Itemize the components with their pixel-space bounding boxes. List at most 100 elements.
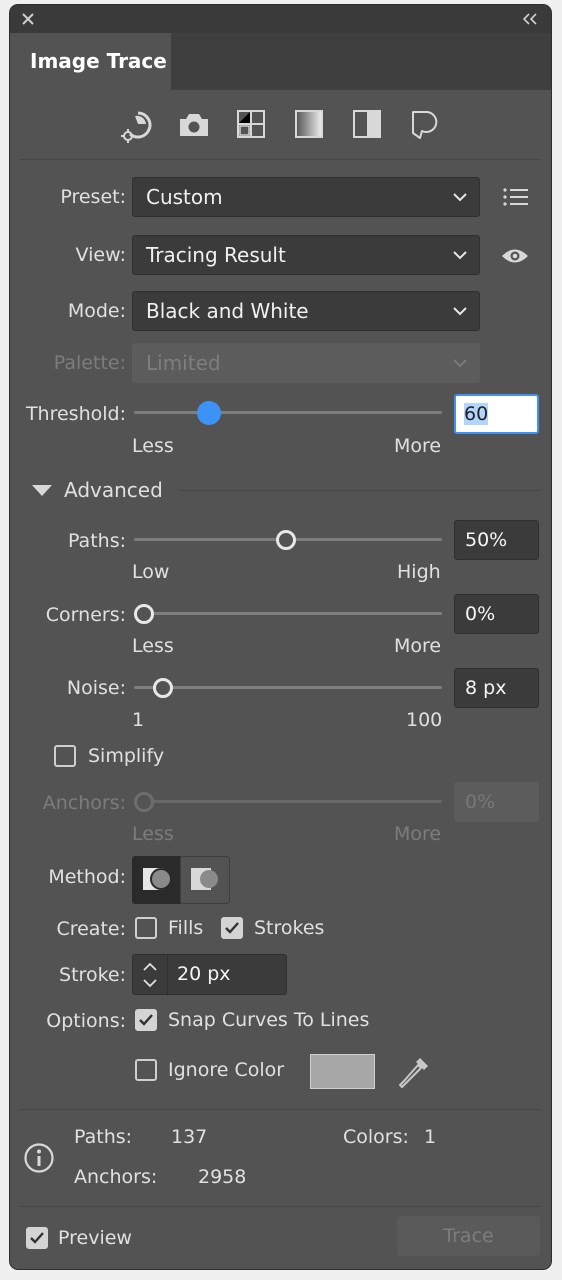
paths-max-label: High bbox=[397, 561, 441, 583]
tab-row: Image Trace bbox=[10, 33, 551, 90]
grayscale-preset-icon[interactable] bbox=[294, 109, 324, 139]
ignore-color-swatch[interactable] bbox=[310, 1054, 375, 1089]
image-trace-panel: Image Trace Preset: Custom View: Tracing… bbox=[10, 5, 551, 1269]
info-anchors-label: Anchors: bbox=[74, 1166, 158, 1188]
stepper-divider bbox=[167, 955, 168, 994]
preset-dropdown[interactable]: Custom bbox=[132, 177, 480, 217]
high-color-preset-icon[interactable] bbox=[178, 111, 210, 139]
anchors-label: Anchors: bbox=[42, 792, 126, 814]
paths-label: Paths: bbox=[67, 530, 126, 552]
panel-titlebar bbox=[10, 5, 551, 33]
advanced-toggle-label[interactable]: Advanced bbox=[64, 478, 163, 502]
stroke-stepper[interactable]: 20 px bbox=[132, 954, 287, 995]
palette-dropdown: Limited bbox=[132, 343, 480, 383]
threshold-max-label: More bbox=[394, 435, 442, 457]
method-abutting-button[interactable] bbox=[132, 856, 182, 904]
corners-slider-knob[interactable] bbox=[134, 604, 154, 624]
ignore-color-label: Ignore Color bbox=[168, 1059, 285, 1081]
preset-label: Preset: bbox=[60, 186, 126, 208]
corners-max-label: More bbox=[394, 635, 442, 657]
ignore-color-checkbox[interactable] bbox=[135, 1059, 157, 1081]
info-colors-label: Colors: bbox=[343, 1126, 409, 1148]
outline-preset-icon[interactable] bbox=[410, 109, 442, 141]
abutting-method-icon bbox=[143, 868, 172, 890]
corners-input[interactable]: 0% bbox=[454, 594, 539, 634]
stepper-arrows-icon[interactable] bbox=[141, 960, 159, 990]
threshold-min-label: Less bbox=[132, 435, 174, 457]
fills-checkbox[interactable] bbox=[135, 917, 157, 939]
preview-checkbox[interactable] bbox=[26, 1227, 48, 1249]
simplify-checkbox[interactable] bbox=[54, 745, 76, 767]
snap-curves-checkbox[interactable] bbox=[135, 1009, 157, 1031]
black-white-preset-icon[interactable] bbox=[352, 109, 382, 139]
preview-label: Preview bbox=[58, 1227, 132, 1249]
trace-button[interactable]: Trace bbox=[397, 1216, 540, 1256]
info-paths-label: Paths: bbox=[74, 1126, 133, 1148]
overlapping-method-icon bbox=[191, 868, 218, 890]
view-label: View: bbox=[75, 244, 126, 266]
noise-slider-knob[interactable] bbox=[153, 678, 173, 698]
noise-label: Noise: bbox=[66, 677, 126, 699]
strokes-checkbox[interactable] bbox=[221, 917, 243, 939]
corners-label: Corners: bbox=[45, 604, 126, 626]
simplify-label: Simplify bbox=[88, 745, 165, 767]
anchors-max-label: More bbox=[394, 823, 442, 845]
snap-curves-label: Snap Curves To Lines bbox=[168, 1009, 370, 1031]
options-label: Options: bbox=[46, 1010, 126, 1032]
checkmark-icon bbox=[139, 1014, 153, 1026]
noise-max-label: 100 bbox=[406, 709, 443, 731]
create-label: Create: bbox=[56, 918, 126, 940]
stroke-label: Stroke: bbox=[59, 964, 126, 986]
info-paths-value: 137 bbox=[171, 1126, 208, 1148]
corners-slider-track[interactable] bbox=[134, 612, 442, 615]
info-icon bbox=[24, 1143, 54, 1173]
collapse-icon[interactable] bbox=[522, 13, 538, 25]
palette-value: Limited bbox=[146, 351, 221, 375]
tab-image-trace[interactable]: Image Trace bbox=[10, 33, 171, 90]
threshold-value: 60 bbox=[464, 403, 489, 425]
mode-label: Mode: bbox=[67, 300, 126, 322]
divider bbox=[20, 1109, 541, 1110]
fills-label: Fills bbox=[168, 917, 204, 939]
method-label: Method: bbox=[48, 866, 126, 888]
divider bbox=[20, 1206, 541, 1207]
paths-input[interactable]: 50% bbox=[454, 520, 539, 560]
paths-slider-knob[interactable] bbox=[276, 530, 296, 550]
paths-min-label: Low bbox=[132, 561, 170, 583]
chevron-down-icon bbox=[453, 359, 467, 368]
close-icon[interactable] bbox=[22, 13, 34, 25]
strokes-label: Strokes bbox=[254, 917, 325, 939]
method-overlapping-button[interactable] bbox=[180, 856, 230, 904]
preset-menu-icon[interactable] bbox=[502, 187, 530, 207]
noise-slider-track[interactable] bbox=[134, 686, 442, 689]
stroke-value[interactable]: 20 px bbox=[177, 955, 231, 994]
checkmark-icon bbox=[225, 922, 239, 934]
preset-value: Custom bbox=[146, 185, 223, 209]
mode-dropdown[interactable]: Black and White bbox=[132, 291, 480, 331]
threshold-input[interactable]: 60 bbox=[454, 394, 539, 434]
auto-color-preset-icon[interactable] bbox=[118, 108, 156, 146]
threshold-label: Threshold: bbox=[25, 403, 126, 425]
anchors-slider-track bbox=[134, 800, 442, 803]
threshold-slider-knob[interactable] bbox=[197, 401, 221, 425]
palette-label: Palette: bbox=[53, 352, 126, 374]
chevron-down-icon bbox=[453, 193, 467, 202]
low-color-preset-icon[interactable] bbox=[236, 109, 266, 139]
eye-icon[interactable] bbox=[500, 247, 530, 265]
eyedropper-icon[interactable] bbox=[398, 1054, 432, 1092]
view-value: Tracing Result bbox=[146, 243, 286, 267]
anchors-input: 0% bbox=[454, 782, 539, 822]
noise-input[interactable]: 8 px bbox=[454, 668, 539, 708]
disclosure-triangle-icon[interactable] bbox=[32, 485, 52, 497]
chevron-down-icon bbox=[453, 251, 467, 260]
anchors-min-label: Less bbox=[132, 823, 174, 845]
corners-min-label: Less bbox=[132, 635, 174, 657]
view-dropdown[interactable]: Tracing Result bbox=[132, 235, 480, 275]
anchors-slider-knob bbox=[134, 792, 154, 812]
info-colors-value: 1 bbox=[424, 1126, 437, 1148]
noise-min-label: 1 bbox=[132, 709, 145, 731]
threshold-slider-track[interactable] bbox=[134, 411, 442, 414]
divider bbox=[180, 490, 541, 491]
divider bbox=[20, 159, 541, 160]
info-anchors-value: 2958 bbox=[198, 1166, 247, 1188]
